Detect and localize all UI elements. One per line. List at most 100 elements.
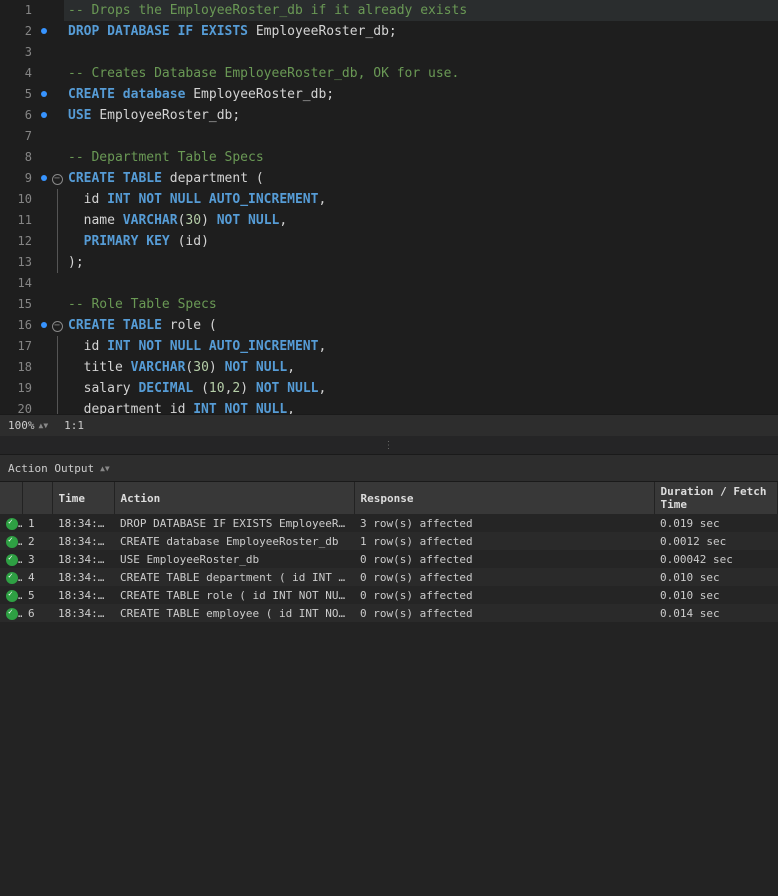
- code-line[interactable]: -- Role Table Specs: [64, 294, 778, 315]
- output-cell: 0 row(s) affected: [354, 604, 654, 622]
- code-line[interactable]: salary DECIMAL (10,2) NOT NULL,: [64, 378, 778, 399]
- line-number: 20: [0, 399, 32, 414]
- code-line[interactable]: id INT NOT NULL AUTO_INCREMENT,: [64, 336, 778, 357]
- fold-cell: [50, 399, 64, 414]
- updown-icon[interactable]: ▲▼: [100, 464, 110, 473]
- output-cell: 0.010 sec: [654, 568, 778, 586]
- code-line[interactable]: [64, 273, 778, 294]
- output-cell: CREATE TABLE department ( id INT NOT...: [114, 568, 354, 586]
- output-row[interactable]: 318:34:48USE EmployeeRoster_db0 row(s) a…: [0, 550, 778, 568]
- output-row[interactable]: 418:34:48CREATE TABLE department ( id IN…: [0, 568, 778, 586]
- code-line[interactable]: -- Creates Database EmployeeRoster_db, O…: [64, 63, 778, 84]
- fold-cell: [50, 126, 64, 147]
- line-number: 16: [0, 315, 32, 336]
- line-number: 6: [0, 105, 32, 126]
- cursor-position: 1:1: [64, 419, 84, 432]
- fold-cell: [50, 84, 64, 105]
- fold-cell: [50, 336, 64, 357]
- success-icon: [6, 518, 18, 530]
- output-body: 118:34:48DROP DATABASE IF EXISTS Employe…: [0, 514, 778, 622]
- updown-icon: ▲▼: [39, 421, 49, 430]
- output-cell: CREATE database EmployeeRoster_db: [114, 532, 354, 550]
- fold-cell: [50, 231, 64, 252]
- fold-cell: [50, 357, 64, 378]
- marker-cell: [38, 21, 50, 42]
- statement-marker-icon: [41, 28, 47, 34]
- output-row[interactable]: 218:34:48CREATE database EmployeeRoster_…: [0, 532, 778, 550]
- fold-cell: [50, 273, 64, 294]
- marker-cell: [38, 231, 50, 252]
- marker-cell: [38, 399, 50, 414]
- sql-editor[interactable]: 1234567891011121314151617181920212223242…: [0, 0, 778, 414]
- editor-status-bar: 100% ▲▼ 1:1: [0, 414, 778, 436]
- code-line[interactable]: CREATE database EmployeeRoster_db;: [64, 84, 778, 105]
- success-icon: [6, 554, 18, 566]
- code-line[interactable]: PRIMARY KEY (id): [64, 231, 778, 252]
- output-cell: USE EmployeeRoster_db: [114, 550, 354, 568]
- output-cell: 0.010 sec: [654, 586, 778, 604]
- output-cell: 0 row(s) affected: [354, 550, 654, 568]
- output-cell: DROP DATABASE IF EXISTS EmployeeRost...: [114, 514, 354, 532]
- marker-cell: [38, 126, 50, 147]
- marker-cell: [38, 378, 50, 399]
- output-cell: 1 row(s) affected: [354, 532, 654, 550]
- code-line[interactable]: );: [64, 252, 778, 273]
- marker-cell: [38, 357, 50, 378]
- marker-cell: [38, 315, 50, 336]
- line-number: 2: [0, 21, 32, 42]
- line-number: 7: [0, 126, 32, 147]
- code-line[interactable]: CREATE TABLE role (: [64, 315, 778, 336]
- code-line[interactable]: -- Department Table Specs: [64, 147, 778, 168]
- statement-marker-icon: [41, 322, 47, 328]
- output-cell: CREATE TABLE employee ( id INT NOT N...: [114, 604, 354, 622]
- fold-stem: [57, 399, 58, 414]
- code-line[interactable]: id INT NOT NULL AUTO_INCREMENT,: [64, 189, 778, 210]
- column-header[interactable]: Response: [354, 482, 654, 514]
- code-line[interactable]: [64, 42, 778, 63]
- output-row[interactable]: 518:34:48CREATE TABLE role ( id INT NOT …: [0, 586, 778, 604]
- line-number: 12: [0, 231, 32, 252]
- column-header[interactable]: [22, 482, 52, 514]
- code-line[interactable]: DROP DATABASE IF EXISTS EmployeeRoster_d…: [64, 21, 778, 42]
- code-line[interactable]: -- Drops the EmployeeRoster_db if it alr…: [64, 0, 778, 21]
- code-line[interactable]: USE EmployeeRoster_db;: [64, 105, 778, 126]
- output-cell: 0.00042 sec: [654, 550, 778, 568]
- output-header-row: TimeActionResponseDuration / Fetch Time: [0, 482, 778, 514]
- output-cell: 18:34:48: [52, 550, 114, 568]
- column-header[interactable]: Action: [114, 482, 354, 514]
- output-cell: CREATE TABLE role ( id INT NOT NULL A...: [114, 586, 354, 604]
- action-output-table[interactable]: TimeActionResponseDuration / Fetch Time …: [0, 482, 778, 896]
- output-label[interactable]: Action Output: [8, 462, 94, 475]
- output-row[interactable]: 618:34:48CREATE TABLE employee ( id INT …: [0, 604, 778, 622]
- code-content[interactable]: -- Drops the EmployeeRoster_db if it alr…: [64, 0, 778, 414]
- code-line[interactable]: [64, 126, 778, 147]
- marker-cell: [38, 273, 50, 294]
- code-line[interactable]: name VARCHAR(30) NOT NULL,: [64, 210, 778, 231]
- line-number-gutter: 1234567891011121314151617181920212223242…: [0, 0, 38, 414]
- fold-cell: [50, 189, 64, 210]
- fold-cell: −: [50, 168, 64, 189]
- fold-toggle-icon[interactable]: −: [52, 321, 63, 332]
- output-cell: [0, 604, 22, 622]
- code-line[interactable]: department_id INT NOT NULL,: [64, 399, 778, 414]
- marker-cell: [38, 42, 50, 63]
- line-number: 3: [0, 42, 32, 63]
- line-number: 11: [0, 210, 32, 231]
- panel-drag-handle[interactable]: ⋮: [0, 436, 778, 454]
- column-header[interactable]: Time: [52, 482, 114, 514]
- line-number: 4: [0, 63, 32, 84]
- success-icon: [6, 590, 18, 602]
- output-cell: 1: [22, 514, 52, 532]
- marker-cell: [38, 336, 50, 357]
- code-line[interactable]: title VARCHAR(30) NOT NULL,: [64, 357, 778, 378]
- line-number: 1: [0, 0, 32, 21]
- fold-toggle-icon[interactable]: −: [52, 174, 63, 185]
- column-header[interactable]: Duration / Fetch Time: [654, 482, 778, 514]
- marker-cell: [38, 0, 50, 21]
- output-row[interactable]: 118:34:48DROP DATABASE IF EXISTS Employe…: [0, 514, 778, 532]
- column-header[interactable]: [0, 482, 22, 514]
- code-line[interactable]: CREATE TABLE department (: [64, 168, 778, 189]
- marker-cell: [38, 189, 50, 210]
- fold-cell: [50, 294, 64, 315]
- zoom-level[interactable]: 100% ▲▼: [8, 419, 48, 432]
